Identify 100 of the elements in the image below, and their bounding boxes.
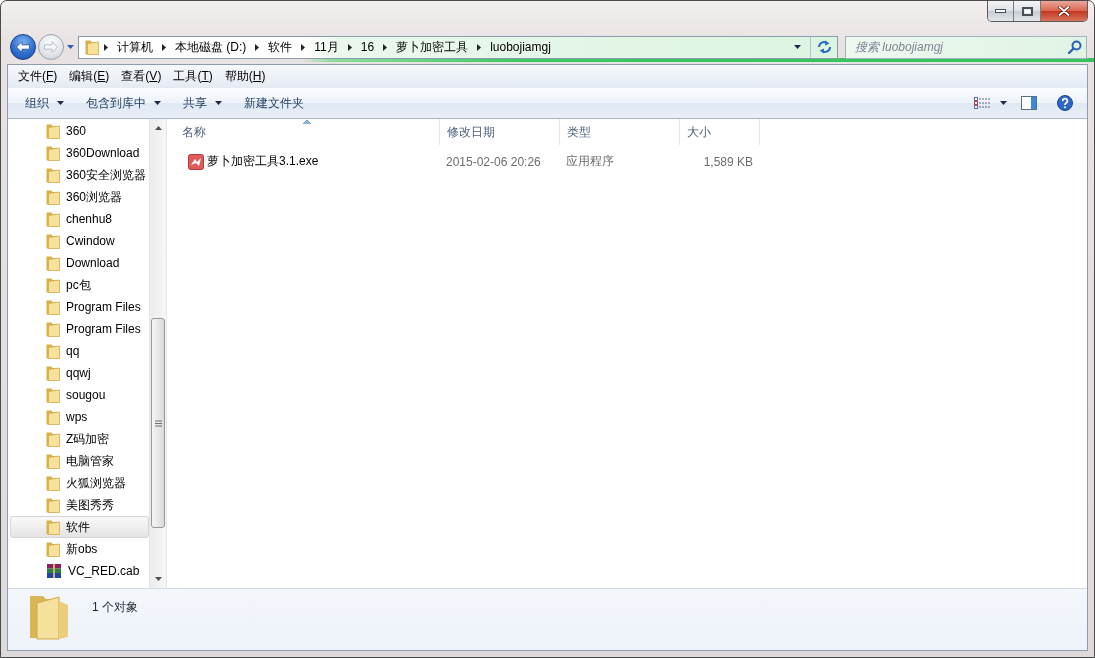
chevron-icon[interactable] [162,43,166,51]
folder-icon [46,233,60,249]
folder-icon [46,541,60,557]
folder-icon [46,365,60,381]
toolbar-button[interactable]: 共享 [174,91,231,115]
column-header[interactable]: 类型 [560,119,680,145]
nav-item[interactable]: qq [10,340,149,362]
file-name[interactable]: 萝卜加密工具3.1.exe [207,153,319,170]
folder-icon [46,145,60,161]
folder-icon [46,409,60,425]
nav-item[interactable]: 火狐浏览器 [10,472,149,494]
folder-icon [46,123,60,139]
maximize-icon [1021,6,1033,16]
scroll-up-icon[interactable] [154,126,162,130]
nav-item[interactable]: sougou [10,384,149,406]
nav-item[interactable]: Program Files [10,318,149,340]
folder-icon [46,453,60,469]
nav-item[interactable]: qqwj [10,362,149,384]
column-header[interactable]: 大小 [680,119,760,145]
nav-item[interactable]: Download [10,252,149,274]
nav-item[interactable]: 360安全浏览器 [10,164,149,186]
refresh-icon [816,40,832,54]
nav-item[interactable]: 360 [10,120,149,142]
search-icon[interactable] [1068,39,1082,54]
scroll-down-icon[interactable] [154,577,162,581]
folder-icon [46,431,60,447]
table-cell: 应用程序 [566,153,614,170]
nav-item[interactable]: pc包 [10,274,149,296]
folder-icon [46,519,60,535]
minimize-button[interactable] [988,1,1014,21]
folder-icon [46,277,60,293]
toolbar-button[interactable]: 组织 [16,91,73,115]
chevron-icon[interactable] [347,43,352,51]
folder-icon [46,255,60,271]
nav-item[interactable]: chenhu8 [10,208,149,230]
scrollbar[interactable] [149,119,166,588]
folder-icon [46,211,60,227]
nav-item[interactable]: Program Files [10,296,149,318]
breadcrumb-segment[interactable]: 萝卜加密工具 [392,36,473,58]
breadcrumb-segment[interactable]: 16 [356,36,379,58]
chevron-icon[interactable] [383,43,388,51]
caret-icon[interactable] [794,45,801,49]
folder-icon [46,497,60,513]
chevron-icon[interactable] [104,43,108,51]
folder-icon [46,321,60,337]
nav-item[interactable]: Z码加密 [10,428,149,450]
scrollbar-thumb[interactable] [151,318,165,528]
search-field[interactable]: 搜索 luobojiamgj [845,35,1087,59]
nav-item[interactable]: 新obs [10,538,149,560]
table-cell: 2015-02-06 20:26 [446,154,541,169]
details-view-icon[interactable] [974,96,990,110]
maximize-button[interactable] [1014,1,1041,21]
breadcrumb-segment[interactable]: 本地磁盘 (D:) [171,36,251,58]
chevron-icon[interactable] [301,43,306,51]
toolbar-button[interactable]: 包含到库中 [77,91,170,115]
column-header[interactable]: 名称 [175,119,440,145]
sort-arrow-icon [303,120,311,124]
folder-icon [46,189,60,205]
caret-icon[interactable] [1000,101,1007,105]
close-button[interactable] [1041,1,1087,21]
nav-item[interactable]: VC_RED.cab [10,560,149,582]
back-button[interactable] [10,34,36,60]
nav-item[interactable]: 美图秀秀 [10,494,149,516]
archive-icon [46,563,62,579]
chevron-icon[interactable] [255,43,260,51]
nav-item[interactable]: 软件 [10,516,149,538]
menu-item[interactable]: 编辑(E) [63,66,116,87]
folder-icon [46,167,60,183]
nav-item[interactable]: 360浏览器 [10,186,149,208]
breadcrumb-segment[interactable]: luobojiamgj [486,36,555,58]
breadcrumb-segment[interactable]: 计算机 [113,36,157,58]
minimize-icon [995,9,1006,13]
breadcrumb-segment[interactable]: 软件 [264,36,297,58]
folder-icon [46,343,60,359]
nav-item[interactable]: Cwindow [10,230,149,252]
menu-item[interactable]: 文件(F) [12,66,64,87]
folder-icon [46,475,60,491]
table-cell: 1,589 KB [703,154,753,169]
breadcrumb-segment[interactable]: 11月 [310,36,343,58]
nav-item[interactable]: 电脑管家 [10,450,149,472]
arrow-left-icon [16,41,30,53]
grip-icon [154,419,162,427]
column-header[interactable]: 修改日期 [440,119,560,145]
folder-icon [46,387,60,403]
caret-icon [215,101,222,105]
menu-item[interactable]: 帮助(H) [218,66,272,87]
close-icon [1058,6,1070,16]
application-icon [188,153,204,170]
arrow-right-icon [44,41,58,53]
toolbar-button[interactable]: 新建文件夹 [235,91,313,115]
menu-item[interactable]: 工具(T) [167,66,219,87]
menu-item[interactable]: 查看(V) [115,66,168,87]
chevron-icon[interactable] [477,43,482,51]
nav-item[interactable]: wps [10,406,149,428]
preview-pane-icon[interactable] [1021,96,1037,110]
caret-icon [57,101,64,105]
folder-icon [46,299,60,315]
nav-item[interactable]: 360Download [10,142,149,164]
address-bar[interactable]: 计算机 本地磁盘 (D:) 软件 11月 16 萝卜加密工具 luobojiamgj [78,35,838,59]
help-icon[interactable] [1057,95,1073,111]
